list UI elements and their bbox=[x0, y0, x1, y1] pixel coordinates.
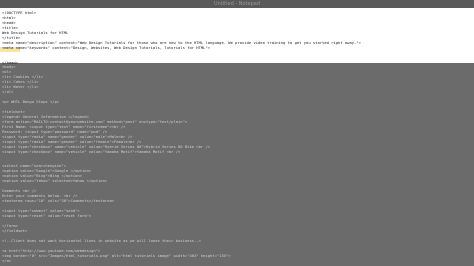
code-editor[interactable]: <!DOCTYPE html> <html> <head> <title> Web De… bbox=[0, 8, 474, 266]
code-line: </fieldset> bbox=[2, 227, 28, 233]
code-line: <meta name="keywords" content="Design, W… bbox=[2, 44, 211, 50]
code-line: <option value="Yahoo" selected>Yahoo </o… bbox=[2, 178, 108, 184]
code-line: <input type="checkbox" name="vehicle" va… bbox=[2, 148, 181, 154]
code-line: <input type="reset" value="reset form"> bbox=[2, 212, 92, 218]
code-line: </ol> bbox=[2, 89, 14, 95]
window-title: Untitled - Notepad bbox=[213, 1, 260, 7]
code-line: <img border="0" src="Images/html_tutoria… bbox=[2, 252, 231, 258]
code-line: <!--Client does not want horizontal line… bbox=[2, 237, 201, 243]
window-title-bar: Untitled - Notepad bbox=[0, 0, 474, 8]
code-line: </a> bbox=[2, 257, 12, 263]
selection-highlight bbox=[0, 8, 474, 63]
code-line: <textarea rows="10" cols="30">Comments</… bbox=[2, 198, 115, 204]
code-line: <p> WHTL Bongo Stops </p> bbox=[2, 99, 60, 105]
